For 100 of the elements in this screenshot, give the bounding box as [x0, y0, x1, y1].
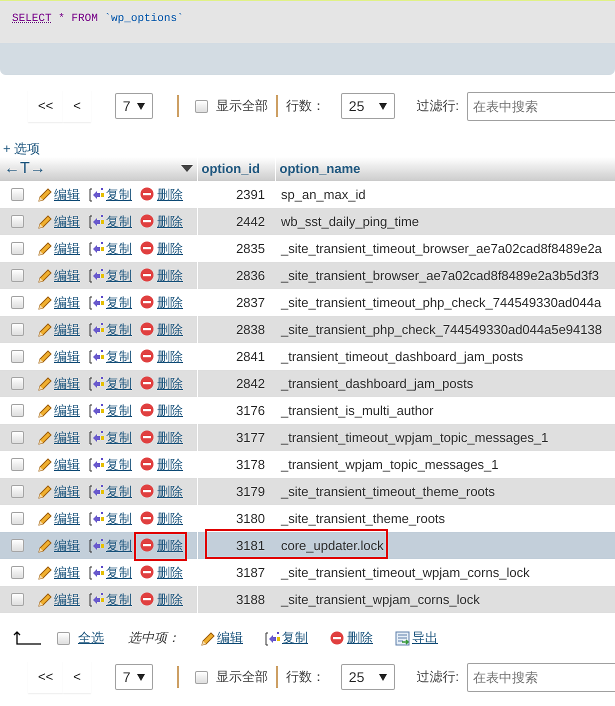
delete-link[interactable]: 删除: [140, 400, 183, 420]
delete-link[interactable]: 删除: [140, 320, 183, 340]
delete-link[interactable]: 删除: [140, 482, 183, 502]
edit-link[interactable]: 编辑: [37, 454, 80, 474]
show-all-checkbox[interactable]: [194, 670, 208, 684]
delete-link[interactable]: 删除: [140, 454, 183, 474]
first-page-button[interactable]: <<: [28, 661, 64, 693]
copy-link[interactable]: 复制: [89, 482, 132, 502]
arrow-up-left-icon: [13, 631, 41, 645]
row-checkbox[interactable]: [11, 296, 24, 309]
edit-link[interactable]: 编辑: [37, 428, 80, 448]
row-checkbox[interactable]: [11, 404, 24, 417]
previous-page-button[interactable]: <: [63, 661, 91, 693]
row-checkbox[interactable]: [11, 431, 24, 444]
copy-link[interactable]: 复制: [89, 590, 132, 610]
edit-link[interactable]: 编辑: [37, 374, 80, 394]
previous-page-button[interactable]: <: [63, 90, 91, 122]
delete-link[interactable]: 删除: [140, 508, 183, 528]
edit-link[interactable]: 编辑: [37, 482, 80, 502]
table-cell: _site_transient_timeout_browser_ae7a02cad8f8489e2a: [275, 235, 615, 262]
row-checkbox[interactable]: [11, 539, 24, 552]
row-checkbox[interactable]: [11, 350, 24, 363]
row-checkbox[interactable]: [11, 188, 24, 201]
bulk-delete-link[interactable]: 删除: [330, 628, 373, 648]
page-select[interactable]: 7: [114, 664, 153, 690]
page-select[interactable]: 7: [114, 93, 153, 119]
bulk-copy-link[interactable]: 复制: [265, 628, 308, 648]
copy-link[interactable]: 复制: [89, 374, 132, 394]
rows-select[interactable]: 25: [340, 664, 395, 690]
copy-link[interactable]: 复制: [89, 238, 132, 258]
row-checkbox[interactable]: [11, 377, 24, 390]
copy-link[interactable]: 复制: [89, 346, 132, 366]
row-checkbox[interactable]: [11, 512, 24, 525]
copy-link[interactable]: 复制: [89, 212, 132, 232]
row-checkbox[interactable]: [11, 323, 24, 336]
bulk-export-link[interactable]: 导出: [395, 628, 438, 648]
edit-link[interactable]: 编辑: [37, 590, 80, 610]
row-checkbox[interactable]: [11, 593, 24, 606]
edit-link[interactable]: 编辑: [37, 536, 80, 556]
edit-link[interactable]: 编辑: [37, 292, 80, 312]
delete-icon: [140, 322, 155, 337]
select-all-link[interactable]: 全选: [78, 628, 104, 648]
column-header[interactable]: option_id: [197, 157, 275, 181]
copy-link[interactable]: 复制: [89, 428, 132, 448]
copy-link[interactable]: 复制: [89, 536, 132, 556]
edit-link[interactable]: 编辑: [37, 266, 80, 286]
copy-link[interactable]: 复制: [89, 184, 132, 204]
first-page-button[interactable]: <<: [28, 90, 64, 122]
copy-link[interactable]: 复制: [89, 292, 132, 312]
copy-link[interactable]: 复制: [89, 508, 132, 528]
edit-link[interactable]: 编辑: [37, 212, 80, 232]
edit-link[interactable]: 编辑: [37, 562, 80, 582]
delete-link[interactable]: 删除: [140, 266, 183, 286]
show-all-checkbox[interactable]: [194, 100, 208, 112]
table-cell: 2391: [197, 181, 275, 208]
copy-icon: [89, 187, 104, 202]
table-cell: _transient_dashboard_jam_posts: [275, 370, 615, 397]
table-cell: wb_sst_daily_ping_time: [275, 208, 615, 235]
row-checkbox[interactable]: [11, 485, 24, 498]
delete-link[interactable]: 删除: [140, 590, 183, 610]
rows-select[interactable]: 25: [340, 93, 395, 119]
copy-link[interactable]: 复制: [89, 266, 132, 286]
copy-link[interactable]: 复制: [89, 320, 132, 340]
delete-link[interactable]: 删除: [140, 292, 183, 312]
copy-link[interactable]: 复制: [89, 400, 132, 420]
copy-link[interactable]: 复制: [89, 454, 132, 474]
row-checkbox[interactable]: [11, 566, 24, 579]
row-checkbox[interactable]: [11, 269, 24, 282]
delete-link[interactable]: 删除: [140, 562, 183, 582]
row-checkbox[interactable]: [11, 458, 24, 471]
filter-field[interactable]: 在表中搜索: [467, 662, 615, 692]
delete-link[interactable]: 删除: [140, 238, 183, 258]
edit-link[interactable]: 编辑: [37, 508, 80, 528]
delete-link[interactable]: 删除: [140, 184, 183, 204]
row-checkbox[interactable]: [11, 215, 24, 228]
show-all-label: 显示全部: [216, 97, 268, 116]
delete-link[interactable]: 删除: [140, 536, 183, 556]
delete-link[interactable]: 删除: [140, 374, 183, 394]
column-header[interactable]: option_name: [275, 157, 615, 181]
options-link[interactable]: + 选项: [0, 141, 615, 157]
filter-field[interactable]: 在表中搜索: [467, 92, 615, 120]
copy-icon: [89, 592, 104, 607]
pencil-icon: [37, 538, 52, 553]
edit-link[interactable]: 编辑: [37, 400, 80, 420]
row-checkbox[interactable]: [11, 242, 24, 255]
delete-link[interactable]: 删除: [140, 212, 183, 232]
copy-icon: [265, 630, 280, 646]
edit-link[interactable]: 编辑: [37, 346, 80, 366]
edit-link[interactable]: 编辑: [37, 238, 80, 258]
delete-link[interactable]: 删除: [140, 346, 183, 366]
select-all-checkbox[interactable]: [57, 632, 70, 644]
edit-link[interactable]: 编辑: [37, 320, 80, 340]
pencil-icon: [37, 376, 52, 391]
copy-link[interactable]: 复制: [89, 562, 132, 582]
bulk-edit-link[interactable]: 编辑: [200, 628, 243, 648]
edit-link[interactable]: 编辑: [37, 184, 80, 204]
pencil-icon: [37, 403, 52, 418]
delete-link[interactable]: 删除: [140, 428, 183, 448]
copy-icon: [89, 376, 104, 391]
delete-icon: [140, 187, 155, 202]
